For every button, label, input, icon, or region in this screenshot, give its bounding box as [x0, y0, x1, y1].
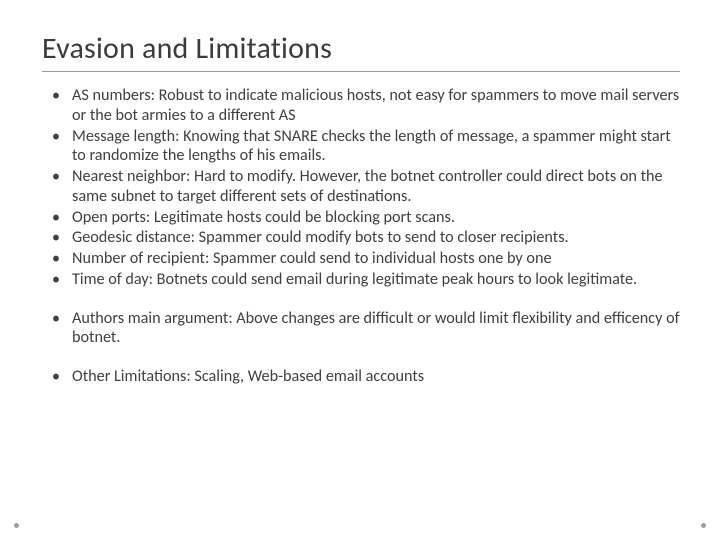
bullet-group-3: Other Limitations: Scaling, Web-based em… — [42, 367, 680, 387]
slide: Evasion and Limitations AS numbers: Robu… — [0, 0, 720, 540]
bullet-item: Open ports: Legitimate hosts could be bl… — [42, 208, 680, 228]
bullet-item: Other Limitations: Scaling, Web-based em… — [42, 367, 680, 387]
bullet-item: Number of recipient: Spammer could send … — [42, 249, 680, 269]
slide-title: Evasion and Limitations — [42, 30, 680, 67]
bullet-item: Authors main argument: Above changes are… — [42, 309, 680, 349]
decorative-dot-icon — [701, 523, 706, 528]
bullet-item: Time of day: Botnets could send email du… — [42, 270, 680, 290]
group-gap — [42, 291, 680, 309]
title-underline — [42, 71, 680, 72]
bullet-group-1: AS numbers: Robust to indicate malicious… — [42, 86, 680, 290]
group-gap — [42, 349, 680, 367]
bullet-item: Geodesic distance: Spammer could modify … — [42, 228, 680, 248]
decorative-dot-icon — [14, 523, 19, 528]
bullet-group-2: Authors main argument: Above changes are… — [42, 309, 680, 349]
bullet-item: Nearest neighbor: Hard to modify. Howeve… — [42, 167, 680, 207]
slide-content: AS numbers: Robust to indicate malicious… — [42, 86, 680, 387]
bullet-item: Message length: Knowing that SNARE check… — [42, 127, 680, 167]
bullet-item: AS numbers: Robust to indicate malicious… — [42, 86, 680, 126]
